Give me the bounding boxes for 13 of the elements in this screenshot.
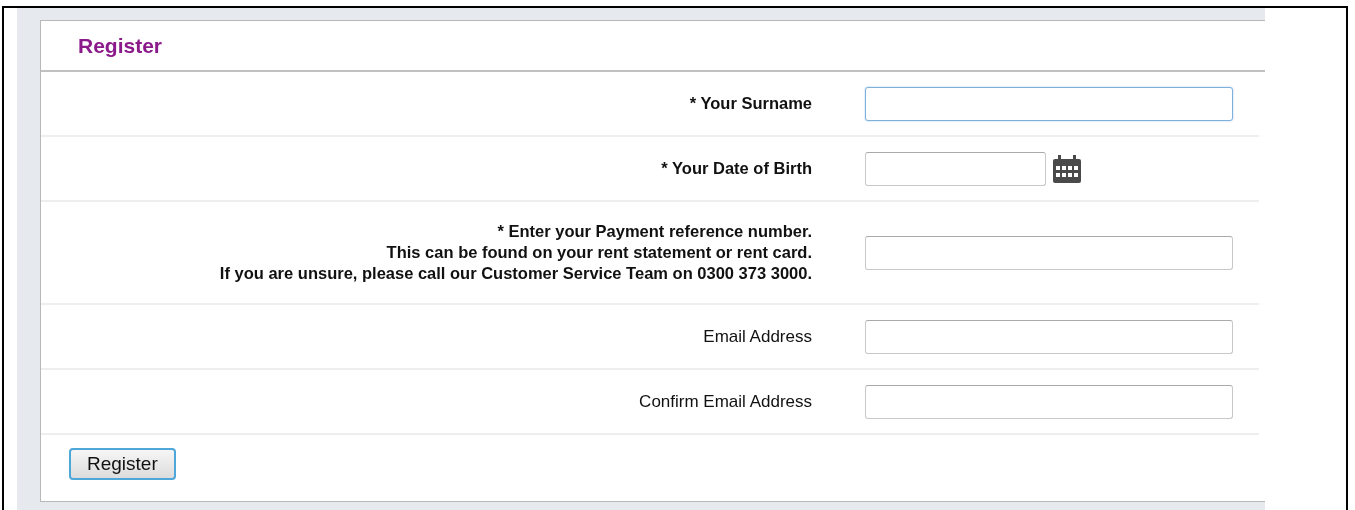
field-label: * Enter your Payment reference number. This can be found on your rent statement or rent card. If you are unsure, please call our Customer Service Team on 0300 373 3000. [218,221,812,284]
input-field[interactable] [865,235,1233,270]
field-label: Email Address [702,326,812,347]
field-label: * Your Date of Birth [660,158,812,179]
form-title: Register [78,33,163,58]
input-field[interactable] [865,319,1233,354]
input-field[interactable] [865,86,1233,121]
field-label: * Your Surname [688,93,812,114]
input-field[interactable] [865,151,1046,186]
register-button[interactable]: Register [69,448,176,480]
field-label: Confirm Email Address [638,391,812,412]
input-field[interactable] [865,384,1233,419]
calendar-icon[interactable] [1052,153,1082,184]
